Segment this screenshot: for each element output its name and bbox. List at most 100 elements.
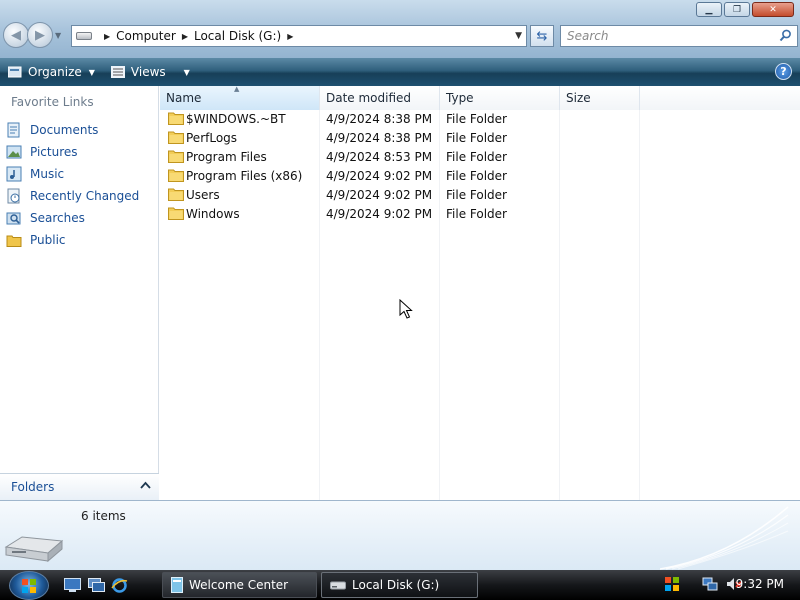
- decorative-swoosh: [660, 506, 789, 570]
- maximize-button[interactable]: ❐: [724, 2, 750, 17]
- taskbar-button-label: Local Disk (G:): [352, 578, 440, 592]
- favorite-link-public[interactable]: Public: [6, 229, 139, 251]
- navigation-pane: Favorite Links Documents Pictures Music …: [0, 86, 159, 500]
- search-icon[interactable]: [779, 29, 792, 42]
- organize-icon: [8, 66, 22, 78]
- folders-label: Folders: [11, 480, 55, 494]
- taskbar-button-welcome-center[interactable]: Welcome Center: [162, 572, 317, 598]
- column-header-type[interactable]: Type: [440, 86, 560, 110]
- drive-icon: [330, 581, 346, 590]
- address-bar[interactable]: ▶ Computer ▶ Local Disk (G:) ▶ ▼: [71, 25, 527, 47]
- column-header-date-modified[interactable]: Date modified: [320, 86, 440, 110]
- file-type: File Folder: [446, 188, 507, 202]
- file-date: 4/9/2024 9:02 PM: [326, 169, 433, 183]
- recent-pages-dropdown-icon[interactable]: ▼: [55, 31, 61, 40]
- refresh-button[interactable]: ⇆: [530, 25, 554, 47]
- file-type: File Folder: [446, 131, 507, 145]
- breadcrumb-arrow-icon[interactable]: ▶: [182, 32, 188, 41]
- chevron-up-icon: [140, 481, 151, 489]
- file-type: File Folder: [446, 112, 507, 126]
- forward-button[interactable]: ▶: [27, 22, 53, 48]
- switch-windows-icon: [87, 578, 105, 592]
- file-name: $WINDOWS.~BT: [186, 112, 286, 126]
- breadcrumb-arrow-icon[interactable]: ▶: [104, 32, 110, 41]
- back-button[interactable]: ◀: [3, 22, 29, 48]
- file-date: 4/9/2024 8:53 PM: [326, 150, 433, 164]
- refresh-icon: ⇆: [536, 28, 548, 44]
- windows-logo-icon: [22, 578, 36, 593]
- favorite-link-recently-changed[interactable]: Recently Changed: [6, 185, 139, 207]
- taskbar-clock[interactable]: 9:32 PM: [736, 577, 784, 591]
- searches-icon: [6, 210, 22, 226]
- chevron-down-icon: ▼: [88, 67, 95, 77]
- music-icon: [6, 166, 22, 182]
- file-name: PerfLogs: [186, 131, 238, 145]
- internet-explorer-button[interactable]: [110, 576, 128, 594]
- views-button[interactable]: Views ▼: [103, 65, 198, 79]
- file-row[interactable]: Users 4/9/2024 9:02 PM File Folder: [160, 186, 800, 205]
- switch-windows-button[interactable]: [87, 576, 105, 594]
- item-count: 6 items: [81, 509, 126, 523]
- window-controls: ▁ ❐ ✕: [696, 2, 794, 17]
- folder-icon: [168, 169, 184, 182]
- file-name: Users: [186, 188, 220, 202]
- file-row[interactable]: Program Files (x86) 4/9/2024 9:02 PM Fil…: [160, 167, 800, 186]
- views-label: Views: [130, 65, 166, 79]
- favorite-link-searches[interactable]: Searches: [6, 207, 139, 229]
- search-input[interactable]: Search: [560, 25, 798, 47]
- favorite-link-music[interactable]: Music: [6, 163, 139, 185]
- help-button[interactable]: ?: [775, 63, 792, 80]
- public-folder-icon: [6, 232, 22, 248]
- file-row[interactable]: PerfLogs 4/9/2024 8:38 PM File Folder: [160, 129, 800, 148]
- file-date: 4/9/2024 8:38 PM: [326, 112, 433, 126]
- column-header-size[interactable]: Size: [560, 86, 640, 110]
- address-area: ▁ ❐ ✕ ◀ ▶ ▼ ▶ Computer ▶ Local Disk (G:)…: [0, 0, 800, 58]
- file-name: Program Files (x86): [186, 169, 303, 183]
- pictures-icon: [6, 144, 22, 160]
- nav-buttons: ◀ ▶ ▼: [3, 22, 61, 48]
- folder-icon: [168, 131, 184, 144]
- file-type: File Folder: [446, 169, 507, 183]
- start-button[interactable]: [9, 571, 49, 600]
- search-placeholder: Search: [567, 29, 609, 43]
- forward-arrow-icon: ▶: [35, 27, 45, 43]
- windows-security-icon[interactable]: [664, 576, 680, 595]
- taskbar-button-label: Welcome Center: [189, 578, 289, 592]
- show-desktop-button[interactable]: [63, 576, 81, 594]
- breadcrumb-computer[interactable]: Computer: [116, 29, 176, 43]
- favorite-link-label: Pictures: [30, 145, 78, 159]
- chevron-down-icon: ▼: [183, 67, 190, 77]
- file-row[interactable]: $WINDOWS.~BT 4/9/2024 8:38 PM File Folde…: [160, 110, 800, 129]
- favorite-link-documents[interactable]: Documents: [6, 119, 139, 141]
- organize-button[interactable]: Organize ▼: [0, 65, 103, 79]
- address-dropdown-icon[interactable]: ▼: [515, 31, 522, 41]
- recently-changed-icon: [6, 188, 22, 204]
- minimize-button[interactable]: ▁: [696, 2, 722, 17]
- favorite-links-heading: Favorite Links: [11, 95, 94, 109]
- details-pane: 6 items: [0, 500, 800, 570]
- close-button[interactable]: ✕: [752, 2, 794, 17]
- file-list: ▲ Name Date modified Type Size $WINDOWS.…: [160, 85, 800, 500]
- taskbar-button-local-disk[interactable]: Local Disk (G:): [321, 572, 478, 598]
- mouse-cursor-icon: [399, 299, 413, 319]
- breadcrumb-arrow-icon[interactable]: ▶: [287, 32, 293, 41]
- folders-toggle[interactable]: Folders: [0, 473, 159, 500]
- breadcrumb-local-disk[interactable]: Local Disk (G:): [194, 29, 281, 43]
- column-header-name[interactable]: ▲ Name: [160, 85, 320, 110]
- notification-area: [664, 573, 742, 597]
- folder-icon: [168, 112, 184, 125]
- file-row[interactable]: Windows 4/9/2024 9:02 PM File Folder: [160, 205, 800, 224]
- column-header-label: Name: [166, 91, 202, 105]
- file-row[interactable]: Program Files 4/9/2024 8:53 PM File Fold…: [160, 148, 800, 167]
- maximize-icon: ❐: [732, 4, 742, 15]
- favorite-links-list: Documents Pictures Music Recently Change…: [6, 119, 139, 251]
- internet-explorer-icon: [110, 577, 127, 593]
- minimize-icon: ▁: [705, 4, 713, 15]
- column-header-label: Size: [566, 91, 591, 105]
- hard-drive-icon: [4, 536, 64, 563]
- favorite-link-pictures[interactable]: Pictures: [6, 141, 139, 163]
- taskbar: Welcome Center Local Disk (G:) 9:32 PM: [0, 570, 800, 600]
- network-icon[interactable]: [702, 576, 718, 595]
- welcome-center-icon: [171, 577, 183, 593]
- column-header-empty: [640, 86, 800, 110]
